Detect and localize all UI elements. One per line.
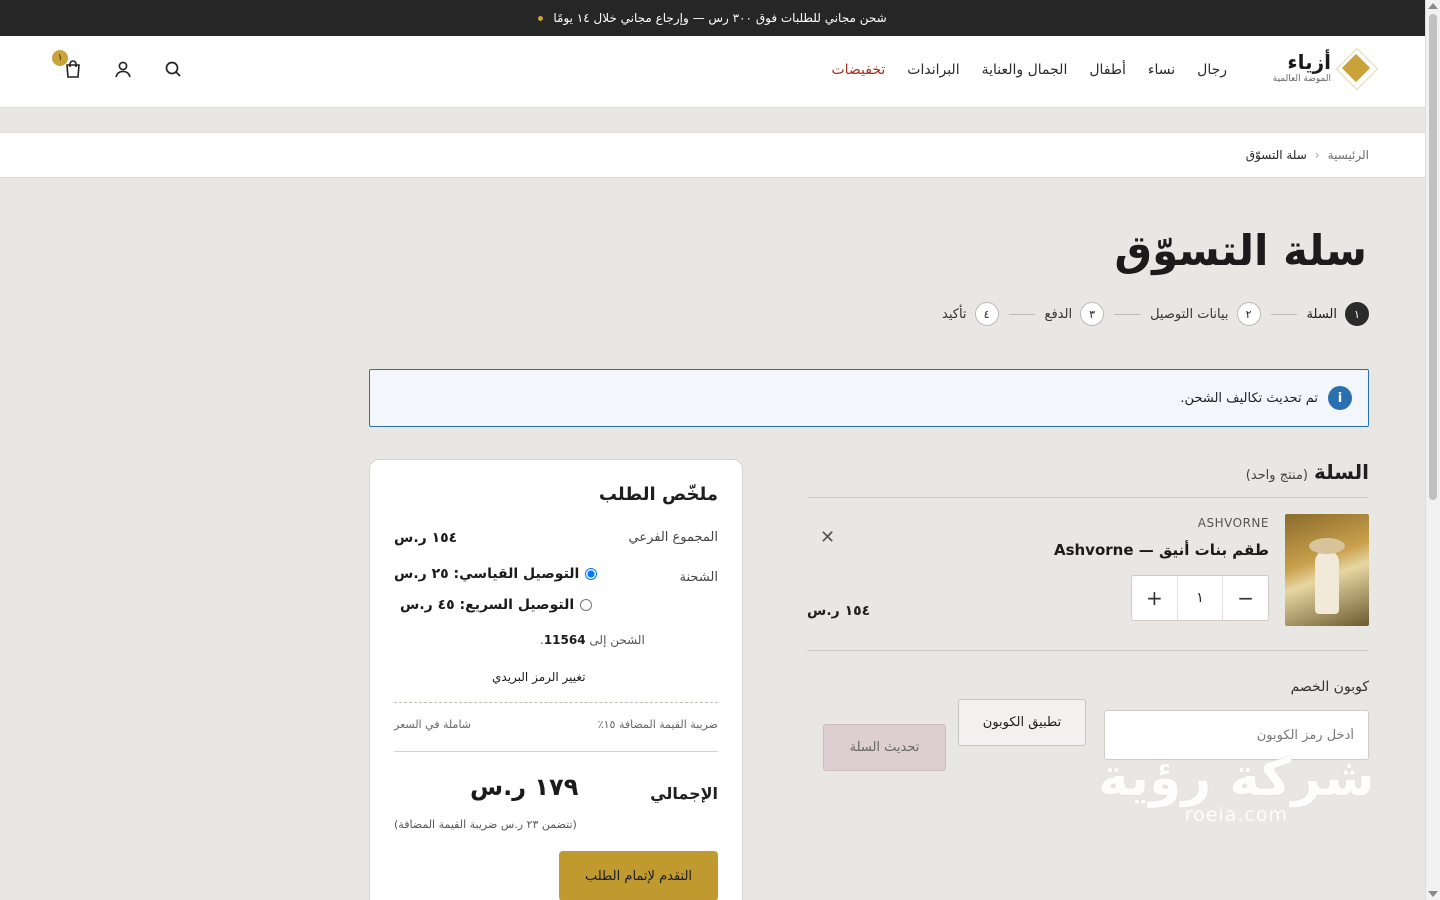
bag-icon <box>66 60 80 78</box>
divider <box>394 751 718 752</box>
step-number: ٢ <box>1236 302 1261 326</box>
bullet-dot-icon <box>538 15 544 21</box>
page-title: سلة التسوّق <box>1114 226 1367 275</box>
step-connector <box>1270 313 1297 315</box>
announcement-bar: شحن مجاني للطلبات فوق ٣٠٠ رس — وإرجاع مج… <box>0 0 1425 36</box>
watermark-arabic: شركة رؤية <box>1098 748 1375 808</box>
standard-radio[interactable] <box>585 568 598 580</box>
step-label: الدفع <box>1044 306 1073 322</box>
logo-name: أزياء <box>1287 50 1331 74</box>
quantity-stepper: + ١ − <box>1131 575 1269 621</box>
step-label: تأكيد <box>942 306 967 322</box>
ship-to-text: الشحن إلى 11564. <box>540 633 645 647</box>
item-price: ١٥٤ ر.س <box>807 603 871 619</box>
change-zip-link[interactable]: تغيير الرمز البريدي <box>492 670 586 684</box>
divider <box>394 702 718 703</box>
diamond-logo-icon <box>1341 53 1371 83</box>
update-cart-button[interactable]: تحديث السلة <box>823 724 946 771</box>
shipping-option-standard[interactable]: التوصيل القياسي: ٢٥ ر.س <box>394 566 598 582</box>
breadcrumb-separator: ‹ <box>1314 148 1320 162</box>
header-tools: ١ <box>52 50 184 80</box>
subtotal-value: ١٥٤ ر.س <box>394 530 458 546</box>
nav-women[interactable]: نساء <box>1148 62 1175 78</box>
step-label: السلة <box>1306 306 1337 322</box>
apply-coupon-button[interactable]: تطبيق الكوبون <box>958 699 1086 746</box>
cart-count-badge: ١ <box>52 50 68 66</box>
step-connector <box>1114 313 1141 315</box>
decrease-qty-button[interactable]: − <box>1223 576 1268 620</box>
checkout-steps: ١ السلة ٢ بيانات التوصيل ٣ الدفع ٤ تأكيد <box>942 302 1369 326</box>
tax-label: ضريبة القيمة المضافة ١٥٪ <box>597 718 718 731</box>
step-payment: ٣ الدفع <box>1045 302 1105 326</box>
tax-row: ضريبة القيمة المضافة ١٥٪ شاملة في السعر <box>394 718 718 731</box>
total-label: الإجمالي <box>650 784 718 803</box>
scroll-down-arrow-icon[interactable] <box>1428 891 1438 897</box>
logo[interactable]: أزياء الموضة العالمية <box>1273 52 1371 84</box>
account-button[interactable] <box>112 58 134 80</box>
shipping-option-express[interactable]: التوصيل السريع: ٤٥ ر.س <box>400 597 593 613</box>
watermark: شركة رؤية roeia.com <box>1098 748 1375 826</box>
shipping-label: الشحنة <box>679 570 718 585</box>
scrollbar[interactable] <box>1425 0 1440 900</box>
nav-kids[interactable]: أطفال <box>1089 62 1126 78</box>
coupon-label: كوبون الخصم <box>1290 679 1369 695</box>
tax-value: شاملة في السعر <box>394 718 472 731</box>
shipping-option-label: التوصيل السريع: ٤٥ ر.س <box>400 597 575 613</box>
step-number: ١ <box>1345 302 1369 326</box>
product-brand: ASHVORNE <box>1197 516 1269 530</box>
cart-count: (منتج واحد) <box>1245 468 1308 483</box>
scroll-up-arrow-icon[interactable] <box>1428 3 1438 9</box>
divider <box>807 650 1369 651</box>
step-cart: ١ السلة <box>1307 302 1369 326</box>
nav-men[interactable]: رجال <box>1197 62 1227 78</box>
product-image[interactable] <box>1285 514 1369 626</box>
ship-to-prefix: الشحن إلى <box>589 633 645 647</box>
breadcrumb: الرئيسية ‹ سلة التسوّق <box>1246 148 1369 162</box>
order-summary: ملخّص الطلب المجموع الفرعي ١٥٤ ر.س الشحن… <box>369 459 743 900</box>
ship-to-zip: 11564 <box>543 633 586 647</box>
breadcrumb-bar: الرئيسية ‹ سلة التسوّق <box>0 132 1425 178</box>
checkout-button[interactable]: التقدم لإتمام الطلب <box>559 851 718 900</box>
remove-item-icon[interactable]: ✕ <box>820 527 835 548</box>
info-icon: i <box>1328 386 1352 410</box>
breadcrumb-home[interactable]: الرئيسية <box>1328 148 1369 162</box>
shipping-notice: i تم تحديث تكاليف الشحن. <box>369 369 1369 427</box>
nav-brands[interactable]: البراندات <box>907 62 959 78</box>
cart-title: السلة <box>1313 460 1369 484</box>
logo-tagline: الموضة العالمية <box>1272 74 1331 84</box>
subtotal-label: المجموع الفرعي <box>628 530 718 545</box>
total-value: ١٧٩ ر.س <box>470 773 579 801</box>
nav-sale[interactable]: تخفيضات <box>831 62 885 78</box>
breadcrumb-current: سلة التسوّق <box>1245 148 1307 162</box>
nav-beauty[interactable]: الجمال والعناية <box>982 62 1068 78</box>
cart-heading: السلة (منتج واحد) <box>1246 460 1369 484</box>
increase-qty-button[interactable]: + <box>1132 576 1177 620</box>
notice-text: تم تحديث تكاليف الشحن. <box>1180 390 1318 406</box>
step-number: ٤ <box>974 302 999 326</box>
step-connector <box>1008 313 1035 315</box>
scroll-thumb[interactable] <box>1429 14 1437 500</box>
shipping-option-label: التوصيل القياسي: ٢٥ ر.س <box>394 566 580 582</box>
subtotal-row: المجموع الفرعي ١٥٤ ر.س <box>394 530 718 546</box>
step-number: ٣ <box>1080 302 1105 326</box>
step-delivery: ٢ بيانات التوصيل <box>1150 302 1261 326</box>
search-button[interactable] <box>162 58 184 80</box>
cart-button[interactable]: ١ <box>52 50 84 80</box>
product-name[interactable]: طقم بنات أنيق — Ashvorne <box>1054 541 1269 559</box>
page: شحن مجاني للطلبات فوق ٣٠٠ رس — وإرجاع مج… <box>0 0 1425 900</box>
search-icon <box>165 61 181 77</box>
spacer-band <box>0 108 1425 132</box>
announcement-text: شحن مجاني للطلبات فوق ٣٠٠ رس — وإرجاع مج… <box>553 11 887 25</box>
main-nav: رجال نساء أطفال الجمال والعناية البراندا… <box>831 62 1227 78</box>
site-header: أزياء الموضة العالمية رجال نساء أطفال ال… <box>0 36 1425 108</box>
vat-note: (تتضمن ٢٣ ر.س ضريبة القيمة المضافة) <box>394 818 577 831</box>
summary-title: ملخّص الطلب <box>598 484 718 505</box>
quantity-value[interactable]: ١ <box>1176 576 1224 620</box>
step-label: بيانات التوصيل <box>1150 306 1229 322</box>
divider <box>807 497 1369 498</box>
step-confirm: ٤ تأكيد <box>942 302 999 326</box>
express-radio[interactable] <box>580 599 593 611</box>
user-icon <box>115 61 131 78</box>
